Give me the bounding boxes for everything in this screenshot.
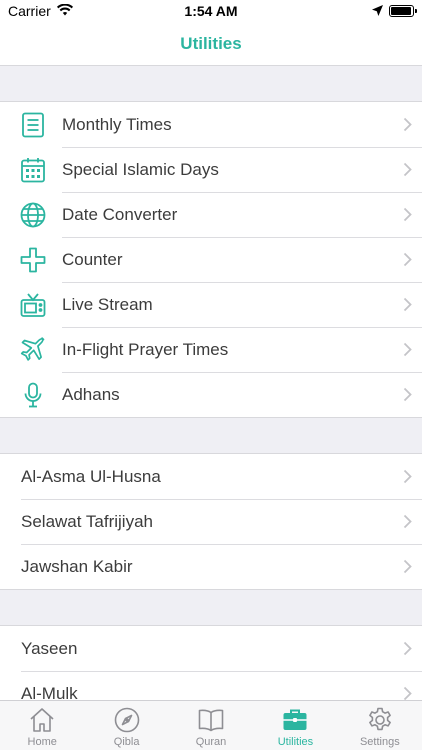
list-item-adhans[interactable]: Adhans	[0, 372, 422, 417]
chevron-right-icon	[392, 559, 422, 574]
gear-icon	[368, 707, 391, 731]
chevron-right-icon	[392, 387, 422, 402]
status-right	[372, 3, 417, 19]
list-item-label: Adhans	[62, 384, 120, 404]
chevron-right-icon	[392, 469, 422, 484]
battery-icon	[389, 5, 417, 17]
compass-icon	[114, 707, 139, 733]
chevron-right-icon	[392, 252, 422, 267]
list-item-label: In-Flight Prayer Times	[62, 339, 229, 359]
chevron-right-icon	[392, 162, 422, 177]
location-arrow-icon	[372, 3, 383, 19]
list-item-label: Yaseen	[21, 638, 78, 658]
chevron-right-icon	[392, 117, 422, 132]
list-item-al-asma-ul-husna[interactable]: Al-Asma Ul-Husna	[0, 454, 422, 499]
home-icon	[30, 708, 54, 732]
supplications-group: Al-Asma Ul-Husna Selawat Tafrijiyah Jaws…	[0, 453, 422, 590]
list-item-label: Al-Mulk	[21, 683, 78, 701]
list-item-label: Monthly Times	[62, 114, 172, 134]
list-item-live-stream[interactable]: Live Stream	[0, 282, 422, 327]
status-bar: Carrier 1:54 AM	[0, 0, 422, 22]
tab-settings[interactable]: Settings	[338, 701, 422, 750]
briefcase-icon	[283, 709, 307, 730]
tab-utilities[interactable]: Utilities	[253, 701, 337, 750]
battery-fill	[391, 7, 411, 15]
chevron-right-icon	[392, 514, 422, 529]
chevron-right-icon	[392, 207, 422, 222]
wifi-icon	[56, 3, 73, 19]
list-item-label: Selawat Tafrijiyah	[21, 511, 153, 531]
globe-icon	[0, 192, 62, 237]
tv-icon	[0, 282, 62, 327]
plus-icon	[0, 237, 62, 282]
list-item-in-flight-prayer-times[interactable]: In-Flight Prayer Times	[0, 327, 422, 372]
chevron-right-icon	[392, 686, 422, 700]
calendar-icon	[0, 147, 62, 192]
list-item-label: Al-Asma Ul-Husna	[21, 466, 161, 486]
chevron-right-icon	[392, 342, 422, 357]
tab-quran[interactable]: Quran	[169, 701, 253, 750]
page-title: Utilities	[180, 33, 242, 53]
list-item-label: Counter	[62, 249, 123, 269]
list-item-label: Live Stream	[62, 294, 153, 314]
list-item-label: Jawshan Kabir	[21, 556, 133, 576]
surahs-group: Yaseen Al-Mulk	[0, 625, 422, 700]
tab-bar: Home Qibla Quran Utilities Settings	[0, 700, 422, 750]
tab-label: Qibla	[113, 736, 140, 748]
chevron-right-icon	[392, 641, 422, 656]
tab-qibla[interactable]: Qibla	[84, 701, 168, 750]
tab-label: Home	[27, 736, 57, 748]
book-icon	[198, 709, 224, 732]
list-item-label: Date Converter	[62, 204, 178, 224]
tab-label: Utilities	[277, 736, 314, 748]
status-left: Carrier	[8, 3, 73, 19]
list-item-jawshan-kabir[interactable]: Jawshan Kabir	[0, 544, 422, 589]
list-document-icon	[0, 102, 62, 147]
tab-label: Settings	[359, 736, 400, 748]
microphone-icon	[0, 372, 62, 417]
tab-label: Quran	[195, 736, 227, 748]
list-item-label: Special Islamic Days	[62, 159, 219, 179]
list-item-counter[interactable]: Counter	[0, 237, 422, 282]
tab-home[interactable]: Home	[0, 701, 84, 750]
list-item-date-converter[interactable]: Date Converter	[0, 192, 422, 237]
list-item-monthly-times[interactable]: Monthly Times	[0, 102, 422, 147]
utilities-list[interactable]: Monthly Times Special Islamic Days Date …	[0, 66, 422, 700]
carrier-label: Carrier	[8, 3, 51, 19]
utilities-tools-group: Monthly Times Special Islamic Days Date …	[0, 101, 422, 418]
airplane-icon	[0, 327, 62, 372]
list-item-special-islamic-days[interactable]: Special Islamic Days	[0, 147, 422, 192]
list-item-yaseen[interactable]: Yaseen	[0, 626, 422, 671]
chevron-right-icon	[392, 297, 422, 312]
list-item-al-mulk[interactable]: Al-Mulk	[0, 671, 422, 700]
navigation-bar: Utilities	[0, 22, 422, 66]
list-item-selawat-tafrijiyah[interactable]: Selawat Tafrijiyah	[0, 499, 422, 544]
